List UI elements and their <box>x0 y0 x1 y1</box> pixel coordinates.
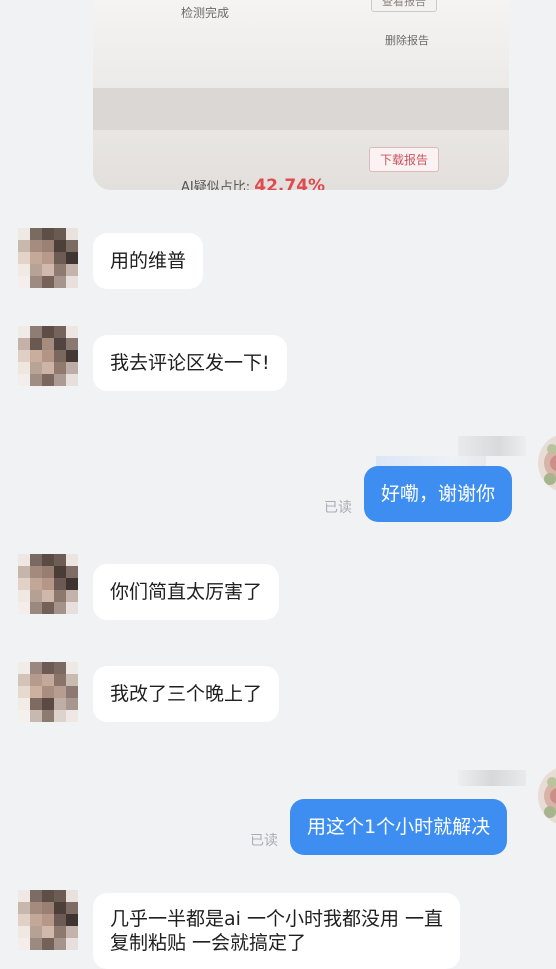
ai-ratio: AI疑似占比: 42.74% <box>181 176 325 190</box>
blurred-name <box>458 770 526 786</box>
avatar-mosaic-icon <box>18 890 78 950</box>
message-bubble[interactable]: 用的维普 <box>93 233 204 289</box>
avatar-mosaic-icon <box>18 662 78 722</box>
avatar[interactable] <box>18 228 78 288</box>
view-report-text: 查看报告 <box>371 0 437 12</box>
avatar-mosaic-icon <box>18 554 78 614</box>
message-bubble[interactable]: 好嘞，谢谢你 <box>364 466 513 522</box>
message-bubble[interactable]: 用这个1个小时就解决 <box>290 799 508 855</box>
message-line: 几乎一半都是ai 一个小时我都没用 一直 <box>110 908 444 930</box>
avatar[interactable] <box>18 890 78 950</box>
delete-report-text: 删除报告 <box>385 34 429 47</box>
download-report-text: 下载报告 <box>369 147 440 172</box>
message-bubble[interactable]: 我改了三个晚上了 <box>93 666 280 722</box>
avatar-mosaic-icon <box>18 228 78 288</box>
shared-report-image[interactable]: 检测完成 查看报告 删除报告 下载报告 AI疑似占比: 42.74% <box>93 0 509 190</box>
avatar[interactable] <box>538 433 556 493</box>
read-status: 已读 <box>324 500 352 516</box>
avatar[interactable] <box>18 662 78 722</box>
avatar[interactable] <box>18 554 78 614</box>
avatar-flower-icon <box>538 766 556 826</box>
blurred-name <box>458 436 526 456</box>
avatar-flower-icon <box>538 433 556 493</box>
avatar[interactable] <box>538 766 556 826</box>
ai-ratio-value: 42.74% <box>254 176 326 190</box>
detect-done-text: 检测完成 <box>181 6 230 20</box>
avatar[interactable] <box>18 326 78 386</box>
read-status: 已读 <box>250 833 278 849</box>
ai-ratio-label: AI疑似占比: <box>181 180 251 190</box>
message-bubble[interactable]: 几乎一半都是ai 一个小时我都没用 一直 复制粘贴 一会就搞定了 <box>93 893 461 969</box>
message-bubble[interactable]: 你们简直太厉害了 <box>93 564 280 620</box>
image-band <box>93 88 509 130</box>
message-bubble[interactable]: 我去评论区发一下! <box>93 335 287 391</box>
avatar-mosaic-icon <box>18 326 78 386</box>
message-line: 复制粘贴 一会就搞定了 <box>110 932 307 954</box>
